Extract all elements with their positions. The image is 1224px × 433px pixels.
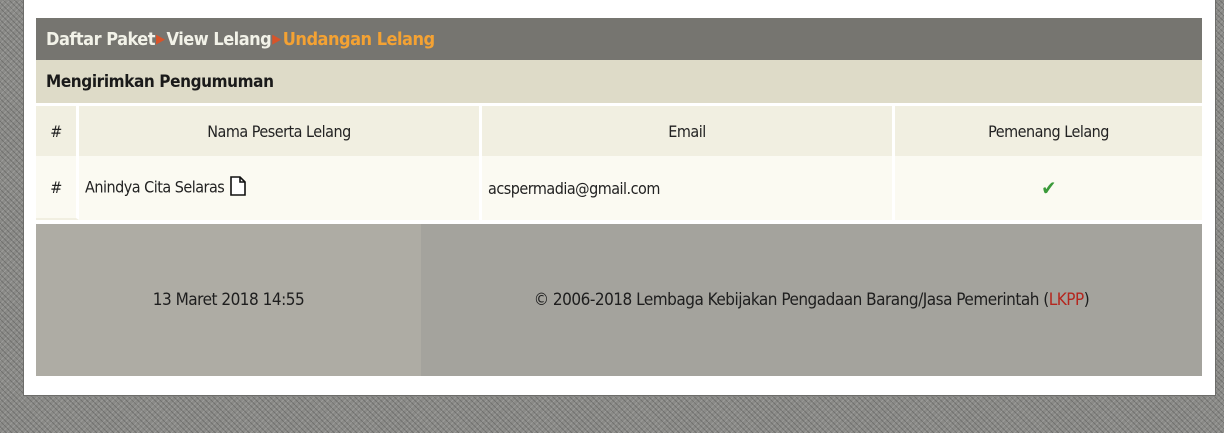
column-header-hash: # xyxy=(36,106,79,156)
main-panel: Daftar Paket ▶ View Lelang ▶ Undangan Le… xyxy=(24,0,1215,395)
footer: 13 Maret 2018 14:55 © 2006-2018 Lembaga … xyxy=(36,224,1202,376)
section-title: Mengirimkan Pengumuman xyxy=(36,60,1202,103)
table-row: # Anindya Cita Selaras acspermadia@gmail… xyxy=(36,156,1202,220)
breadcrumb: Daftar Paket ▶ View Lelang ▶ Undangan Le… xyxy=(36,18,1202,60)
column-header-email: Email xyxy=(482,106,895,156)
footer-datetime: 13 Maret 2018 14:55 xyxy=(36,224,421,376)
lkpp-link[interactable]: LKPP xyxy=(1049,290,1085,310)
row-hash: # xyxy=(36,156,79,220)
participant-email: acspermadia@gmail.com xyxy=(482,156,895,220)
table-header-row: # Nama Peserta Lelang Email Pemenang Lel… xyxy=(36,106,1202,156)
participant-name: Anindya Cita Selaras xyxy=(85,177,225,197)
breadcrumb-item-undangan-lelang: Undangan Lelang xyxy=(282,28,435,50)
column-header-name: Nama Peserta Lelang xyxy=(79,106,482,156)
participant-name-cell: Anindya Cita Selaras xyxy=(79,156,482,220)
column-header-winner: Pemenang Lelang xyxy=(895,106,1202,156)
breadcrumb-separator-icon: ▶ xyxy=(272,31,281,47)
breadcrumb-item-daftar-paket[interactable]: Daftar Paket xyxy=(46,29,156,50)
copyright-text: © 2006-2018 Lembaga Kebijakan Pengadaan … xyxy=(533,290,1050,310)
breadcrumb-separator-icon: ▶ xyxy=(156,31,165,47)
winner-cell: ✔ xyxy=(895,156,1202,220)
participants-table: # Nama Peserta Lelang Email Pemenang Lel… xyxy=(36,106,1202,220)
checkmark-icon: ✔ xyxy=(1041,176,1056,200)
document-icon[interactable] xyxy=(230,176,247,200)
footer-copyright: © 2006-2018 Lembaga Kebijakan Pengadaan … xyxy=(421,224,1202,376)
copyright-suffix: ) xyxy=(1083,290,1090,310)
breadcrumb-item-view-lelang[interactable]: View Lelang xyxy=(167,29,272,50)
